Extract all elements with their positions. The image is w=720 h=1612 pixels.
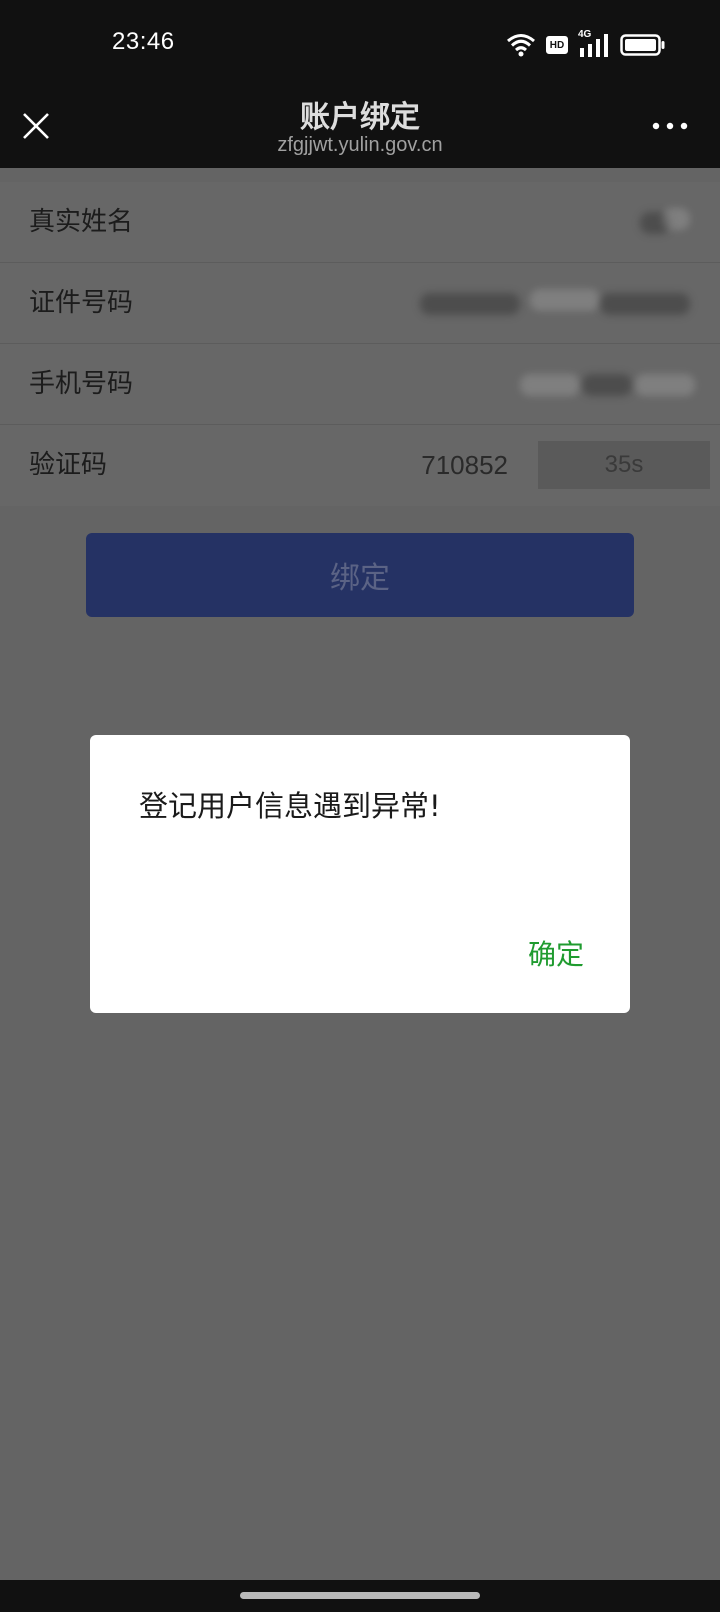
page-title: 账户绑定 bbox=[300, 100, 420, 135]
navigation-bar bbox=[0, 1580, 720, 1612]
dialog-confirm-button[interactable]: 确定 bbox=[528, 933, 584, 973]
binding-form: 真实姓名 证件号码 手机号码 验证码 35s bbox=[0, 182, 720, 506]
page-domain: zfgjjwt.yulin.gov.cn bbox=[277, 134, 443, 156]
status-icons: HD 4G bbox=[506, 29, 666, 60]
name-label: 真实姓名 bbox=[29, 207, 134, 237]
hd-icon: HD bbox=[546, 36, 568, 54]
bind-button[interactable]: 绑定 bbox=[86, 533, 634, 617]
dialog-message: 登记用户信息遇到异常! bbox=[139, 789, 441, 823]
name-row[interactable]: 真实姓名 bbox=[0, 182, 720, 263]
alert-dialog: 登记用户信息遇到异常! 确定 bbox=[90, 735, 630, 1013]
code-row: 验证码 35s bbox=[0, 425, 720, 506]
verification-code-input[interactable] bbox=[358, 425, 508, 506]
more-icon bbox=[652, 122, 688, 130]
phone-label: 手机号码 bbox=[29, 369, 134, 399]
status-bar: 23:46 HD 4G bbox=[0, 0, 720, 86]
nav-bar: 账户绑定 zfgjjwt.yulin.gov.cn bbox=[0, 86, 720, 168]
id-label: 证件号码 bbox=[29, 288, 134, 318]
more-button[interactable] bbox=[650, 114, 690, 138]
countdown-label: 35s bbox=[604, 451, 644, 478]
resend-code-countdown-button[interactable]: 35s bbox=[538, 441, 710, 489]
phone-row[interactable]: 手机号码 bbox=[0, 344, 720, 425]
id-value-redacted bbox=[420, 283, 700, 323]
signal-4g-icon: 4G bbox=[578, 29, 610, 58]
phone-value-redacted bbox=[520, 364, 700, 404]
name-value-redacted bbox=[620, 202, 700, 242]
battery-icon bbox=[620, 34, 665, 56]
home-indicator[interactable] bbox=[240, 1592, 480, 1599]
code-label: 验证码 bbox=[29, 450, 108, 480]
wifi-icon bbox=[507, 34, 535, 57]
status-time: 23:46 bbox=[112, 28, 175, 55]
id-row[interactable]: 证件号码 bbox=[0, 263, 720, 344]
hd-label: HD bbox=[549, 39, 565, 51]
bind-button-label: 绑定 bbox=[330, 561, 390, 596]
